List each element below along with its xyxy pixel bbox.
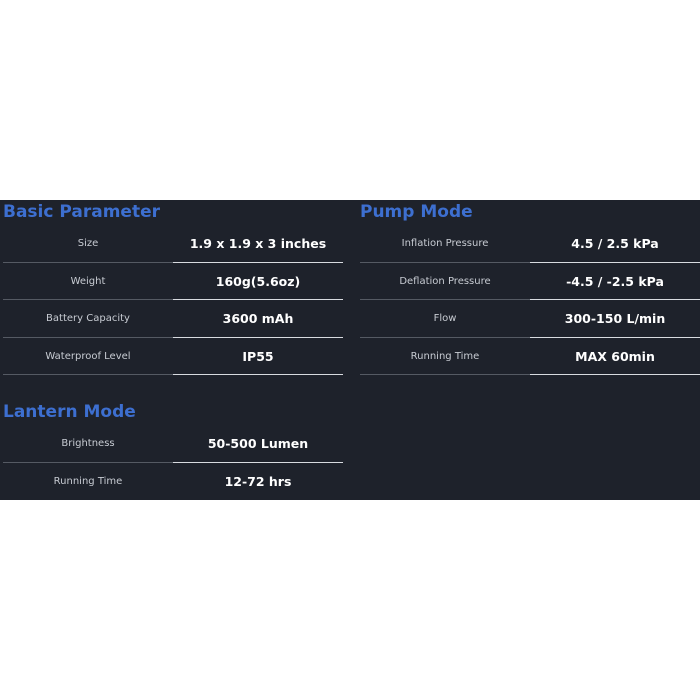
spec-value: 12-72 hrs	[224, 473, 292, 489]
spec-value: 3600 mAh	[222, 311, 294, 326]
spec-value: 300-150 L/min	[564, 311, 666, 326]
spec-value: 4.5 / 2.5 kPa	[571, 236, 659, 251]
spec-row-brightness: Brightness 50-500 Lumen	[3, 425, 343, 463]
basic-parameter-title: Basic Parameter	[3, 202, 160, 222]
spec-label: Battery Capacity	[46, 313, 130, 324]
spec-label: Inflation Pressure	[401, 238, 489, 249]
row-divider	[3, 374, 173, 375]
spec-value: 50-500 Lumen	[207, 436, 309, 451]
spec-row-inflation-pressure: Inflation Pressure 4.5 / 2.5 kPa	[360, 225, 700, 263]
spec-label: Brightness	[61, 438, 115, 449]
basic-parameter-table: Size 1.9 x 1.9 x 3 inches Weight 160g(5.…	[3, 225, 343, 375]
pump-mode-table: Inflation Pressure 4.5 / 2.5 kPa Deflati…	[360, 225, 700, 375]
spec-row-size: Size 1.9 x 1.9 x 3 inches	[3, 225, 343, 263]
row-divider	[360, 374, 530, 375]
spec-label: Running Time	[410, 350, 480, 362]
spec-value: MAX 60min	[575, 348, 655, 364]
spec-value: IP55	[242, 348, 274, 364]
spec-row-lantern-running-time: Running Time 12-72 hrs	[3, 463, 343, 501]
spec-value: 160g(5.6oz)	[215, 273, 301, 289]
lantern-mode-table: Brightness 50-500 Lumen Running Time 12-…	[3, 425, 343, 500]
spec-label: Flow	[433, 313, 457, 324]
lantern-mode-title: Lantern Mode	[3, 402, 136, 422]
spec-label: Deflation Pressure	[399, 275, 491, 287]
spec-label: Waterproof Level	[45, 350, 131, 362]
row-divider-highlight	[173, 374, 343, 375]
spec-row-running-time: Running Time MAX 60min	[360, 338, 700, 375]
spec-row-deflation-pressure: Deflation Pressure -4.5 / -2.5 kPa	[360, 263, 700, 300]
spec-panel: Basic Parameter Size 1.9 x 1.9 x 3 inche…	[0, 200, 700, 500]
spec-label: Weight	[70, 275, 106, 287]
spec-row-battery-capacity: Battery Capacity 3600 mAh	[3, 300, 343, 338]
spec-row-waterproof-level: Waterproof Level IP55	[3, 338, 343, 375]
pump-mode-title: Pump Mode	[360, 202, 473, 222]
spec-value: 1.9 x 1.9 x 3 inches	[189, 236, 327, 251]
spec-row-flow: Flow 300-150 L/min	[360, 300, 700, 338]
spec-value: -4.5 / -2.5 kPa	[566, 273, 664, 289]
row-divider-highlight	[530, 374, 700, 375]
spec-label: Size	[77, 238, 99, 249]
spec-label: Running Time	[53, 475, 123, 487]
spec-row-weight: Weight 160g(5.6oz)	[3, 263, 343, 300]
